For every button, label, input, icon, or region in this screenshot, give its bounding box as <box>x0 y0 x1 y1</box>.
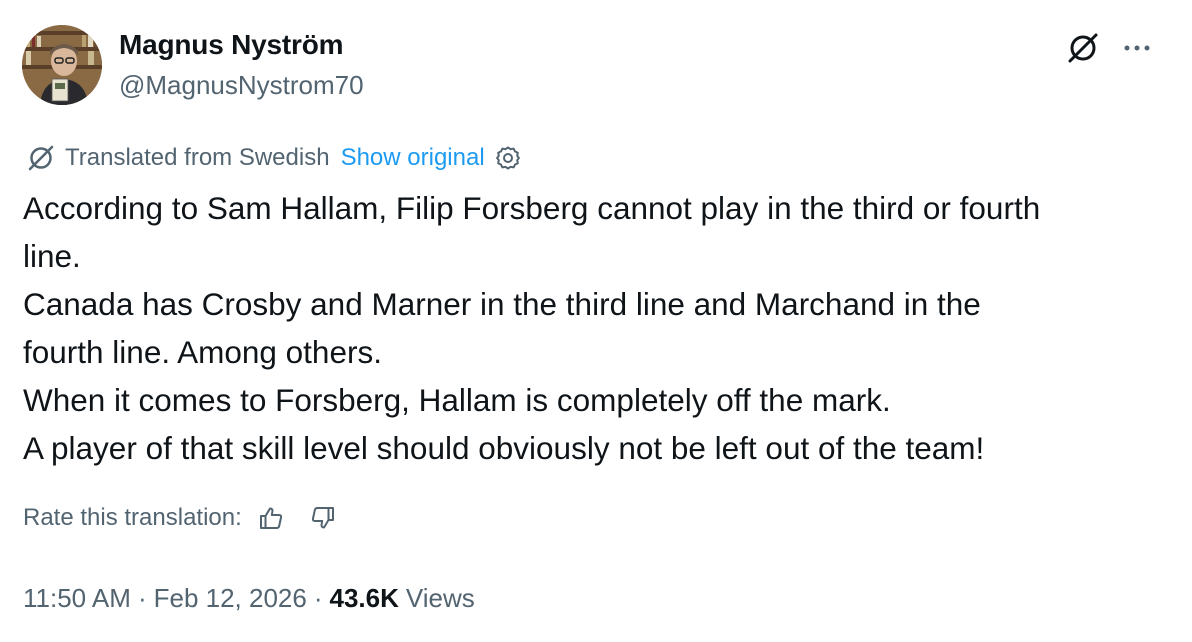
post-date[interactable]: Feb 12, 2026 <box>154 583 307 614</box>
post-body: According to Sam Hallam, Filip Forsberg … <box>23 184 1173 472</box>
post-text-line: line. <box>23 238 81 274</box>
avatar[interactable] <box>22 25 102 105</box>
views-label: Views <box>405 582 475 613</box>
translation-settings-button[interactable] <box>493 143 523 173</box>
post-time[interactable]: 11:50 AM <box>23 583 131 614</box>
translation-bar: Translated from Swedish Show original <box>25 141 523 175</box>
thumbs-up-button[interactable] <box>254 501 288 535</box>
post-text-line: fourth line. Among others. <box>23 334 382 370</box>
post-text-line: When it comes to Forsberg, Hallam is com… <box>23 382 891 418</box>
grok-button[interactable] <box>1063 28 1103 68</box>
rate-translation-label: Rate this translation: <box>23 504 242 531</box>
thumbs-down-icon <box>311 507 334 529</box>
views-count[interactable]: 43.6K <box>330 583 399 614</box>
grok-translate-icon <box>25 142 57 174</box>
grok-icon <box>1068 33 1098 63</box>
thumbs-down-button[interactable] <box>306 501 340 535</box>
post-text-line: Canada has Crosby and Marner in the thir… <box>23 286 981 322</box>
post-text-line: According to Sam Hallam, Filip Forsberg … <box>23 190 1041 226</box>
meta-separator: · <box>137 582 147 613</box>
profile-photo-icon <box>22 25 102 105</box>
gear-icon <box>495 146 520 170</box>
show-original-link[interactable]: Show original <box>341 144 485 172</box>
author-handle[interactable]: @MagnusNystrom70 <box>119 70 364 101</box>
thumbs-up-icon <box>259 507 282 529</box>
rate-translation-row: Rate this translation: <box>23 500 340 536</box>
meta-separator: · <box>313 582 323 613</box>
post-meta: 11:50 AM · Feb 12, 2026 · 43.6K Views <box>23 579 475 617</box>
more-icon <box>1124 45 1150 51</box>
post-text-line: A player of that skill level should obvi… <box>23 430 985 466</box>
author-name[interactable]: Magnus Nyström <box>119 29 344 61</box>
translated-from-label: Translated from Swedish <box>65 144 330 171</box>
more-button[interactable] <box>1117 28 1157 68</box>
